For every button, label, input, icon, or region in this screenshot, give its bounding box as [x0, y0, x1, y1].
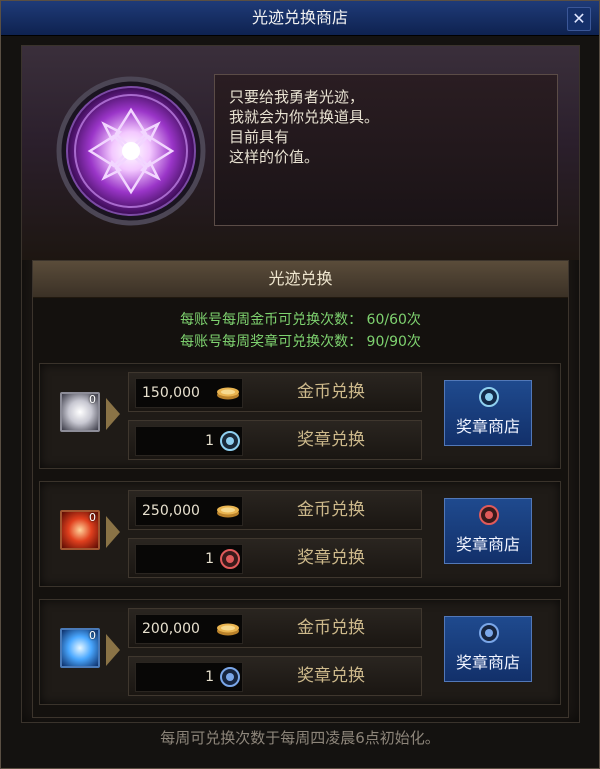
gold-exchange-button[interactable]: 200,000 金币兑换 [128, 608, 422, 648]
medal-price: 1 [205, 433, 214, 449]
medal-exchange-label: 奖章兑换 [297, 548, 365, 568]
medal-exchange-label: 奖章兑换 [297, 666, 365, 686]
window-title: 光迹兑换商店 [251, 8, 348, 27]
reset-note: 每周可兑换次数于每周四凌晨6点初始化。 [160, 729, 440, 747]
gold-exchange-button[interactable]: 150,000 金币兑换 [128, 372, 422, 412]
arrow-right-icon [106, 516, 120, 548]
medal-exchange-label: 奖章兑换 [297, 430, 365, 450]
exchange-section: 光迹兑换 每账号每周金币可兑换次数： 60/60次 每账号每周奖章可兑换次数： … [32, 260, 569, 718]
medal-icon [479, 623, 499, 643]
gold-price-box: 200,000 [135, 614, 243, 644]
medal-shop-label: 奖章商店 [455, 417, 520, 436]
item-count: 0 [89, 629, 96, 642]
gold-exchange-label: 金币兑换 [297, 382, 365, 402]
medal-shop-button[interactable]: 奖章商店 [444, 498, 532, 564]
exchange-row: 0 250,000 金币兑换 1 奖章兑换 奖章商店 [39, 481, 561, 587]
section-title: 光迹兑换 [33, 261, 568, 298]
medal-icon [220, 549, 240, 569]
weekly-gold-quota: 每账号每周金币可兑换次数： 60/60次 [180, 312, 421, 328]
dialog-line-2: 我就会为你兑换道具。 [229, 108, 380, 126]
medal-exchange-button[interactable]: 1 奖章兑换 [128, 420, 422, 460]
medal-shop-label: 奖章商店 [455, 653, 520, 672]
item-slot[interactable]: 0 [60, 628, 100, 668]
gold-price: 150,000 [142, 385, 200, 401]
npc-area: 只要给我勇者光迹， 我就会为你兑换道具。 目前具有 这样的价值。 [22, 46, 579, 260]
medal-price-box: 1 [135, 544, 243, 574]
medal-icon [220, 431, 240, 451]
gold-exchange-button[interactable]: 250,000 金币兑换 [128, 490, 422, 530]
item-count: 0 [89, 393, 96, 406]
exchange-panel: 只要给我勇者光迹， 我就会为你兑换道具。 目前具有 这样的价值。 光迹兑换 每账… [21, 45, 580, 723]
medal-price-box: 1 [135, 662, 243, 692]
dialog-line-4: 这样的价值。 [229, 148, 320, 166]
exchange-row: 0 200,000 金币兑换 1 奖章兑换 奖章商店 [39, 599, 561, 705]
gold-coin-icon [217, 505, 239, 518]
npc-dialog-box: 只要给我勇者光迹， 我就会为你兑换道具。 目前具有 这样的价值。 [214, 74, 558, 226]
medal-price-box: 1 [135, 426, 243, 456]
arrow-right-icon [106, 398, 120, 430]
medal-shop-button[interactable]: 奖章商店 [444, 380, 532, 446]
exchange-row: 0 150,000 金币兑换 1 奖章兑换 奖章商店 [39, 363, 561, 469]
purple-emblem-icon [56, 76, 206, 226]
dialog-line-1: 只要给我勇者光迹， [229, 88, 365, 106]
gold-coin-icon [217, 623, 239, 636]
gold-price-box: 150,000 [135, 378, 243, 408]
medal-icon [220, 667, 240, 687]
gold-coin-icon [217, 387, 239, 400]
medal-icon [479, 387, 499, 407]
medal-exchange-button[interactable]: 1 奖章兑换 [128, 538, 422, 578]
medal-price: 1 [205, 551, 214, 567]
medal-shop-label: 奖章商店 [455, 535, 520, 554]
arrow-right-icon [106, 634, 120, 666]
weekly-medal-quota: 每账号每周奖章可兑换次数： 90/90次 [180, 334, 421, 350]
gold-price: 250,000 [142, 503, 200, 519]
medal-shop-button[interactable]: 奖章商店 [444, 616, 532, 682]
medal-price: 1 [205, 669, 214, 685]
gold-price: 200,000 [142, 621, 200, 637]
gold-exchange-label: 金币兑换 [297, 500, 365, 520]
gold-price-box: 250,000 [135, 496, 243, 526]
item-count: 0 [89, 511, 96, 524]
medal-exchange-button[interactable]: 1 奖章兑换 [128, 656, 422, 696]
item-slot[interactable]: 0 [60, 510, 100, 550]
item-slot[interactable]: 0 [60, 392, 100, 432]
close-button[interactable]: ✕ [567, 7, 591, 31]
title-bar: 光迹兑换商店 ✕ [1, 1, 599, 36]
medal-icon [479, 505, 499, 525]
exchange-shop-window: 光迹兑换商店 ✕ 只要给我勇者光迹， 我就会为你兑换道具。 目前具有 这样的价值… [0, 0, 600, 769]
dialog-line-3: 目前具有 [229, 128, 290, 146]
gold-exchange-label: 金币兑换 [297, 618, 365, 638]
